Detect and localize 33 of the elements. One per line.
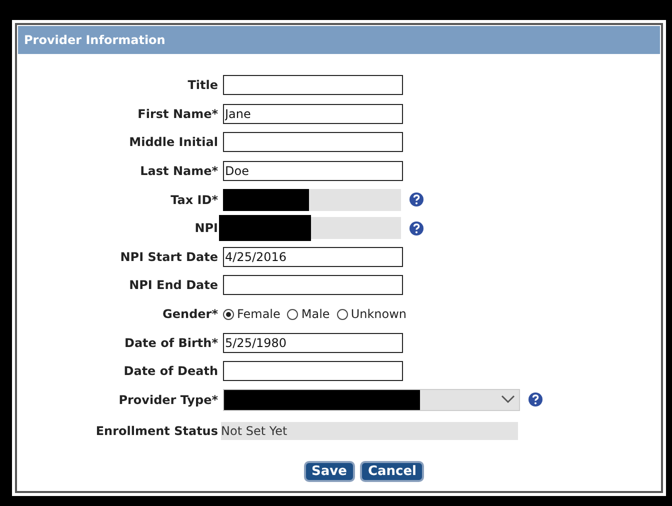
field-label: Date of Death	[124, 364, 218, 378]
dialog-title: Provider Information	[24, 33, 166, 47]
chevron-down-icon	[501, 395, 515, 404]
radio-option[interactable]: Male	[287, 307, 330, 322]
help-icon[interactable]	[409, 220, 424, 236]
provider-type-dropdown[interactable]	[223, 388, 520, 411]
status-field: Not Set Yet	[221, 422, 518, 440]
radio-option[interactable]: Female	[223, 307, 280, 322]
text-field[interactable]: 4/25/2016	[223, 246, 403, 267]
field-label: NPI End Date	[129, 278, 218, 292]
radio-option[interactable]: Unknown	[336, 307, 407, 322]
field-label: NPI	[194, 221, 218, 236]
redacted-field[interactable]	[223, 188, 401, 211]
field-label: Last Name*	[140, 164, 218, 178]
field-label: Middle Initial	[129, 135, 218, 150]
field-label: Tax ID*	[170, 192, 218, 207]
field-label: Title	[188, 78, 218, 92]
field-label: Gender*	[162, 307, 218, 322]
text-field[interactable]	[223, 75, 403, 96]
text-field[interactable]	[223, 361, 403, 382]
text-field[interactable]	[223, 132, 403, 152]
field-label: NPI Start Date	[120, 250, 218, 264]
help-icon[interactable]	[409, 192, 424, 208]
field-label: Date of Birth*	[124, 336, 218, 350]
field-label: First Name*	[138, 106, 218, 121]
field-label: Enrollment Status	[96, 424, 218, 438]
save-button[interactable]: Save	[304, 460, 355, 482]
text-field[interactable]: Doe	[223, 161, 403, 182]
help-icon[interactable]	[528, 392, 543, 408]
text-field[interactable]: 5/25/1980	[223, 332, 403, 353]
field-label: Provider Type*	[118, 392, 218, 407]
cancel-button[interactable]: Cancel	[360, 460, 424, 482]
text-field[interactable]	[223, 275, 403, 296]
